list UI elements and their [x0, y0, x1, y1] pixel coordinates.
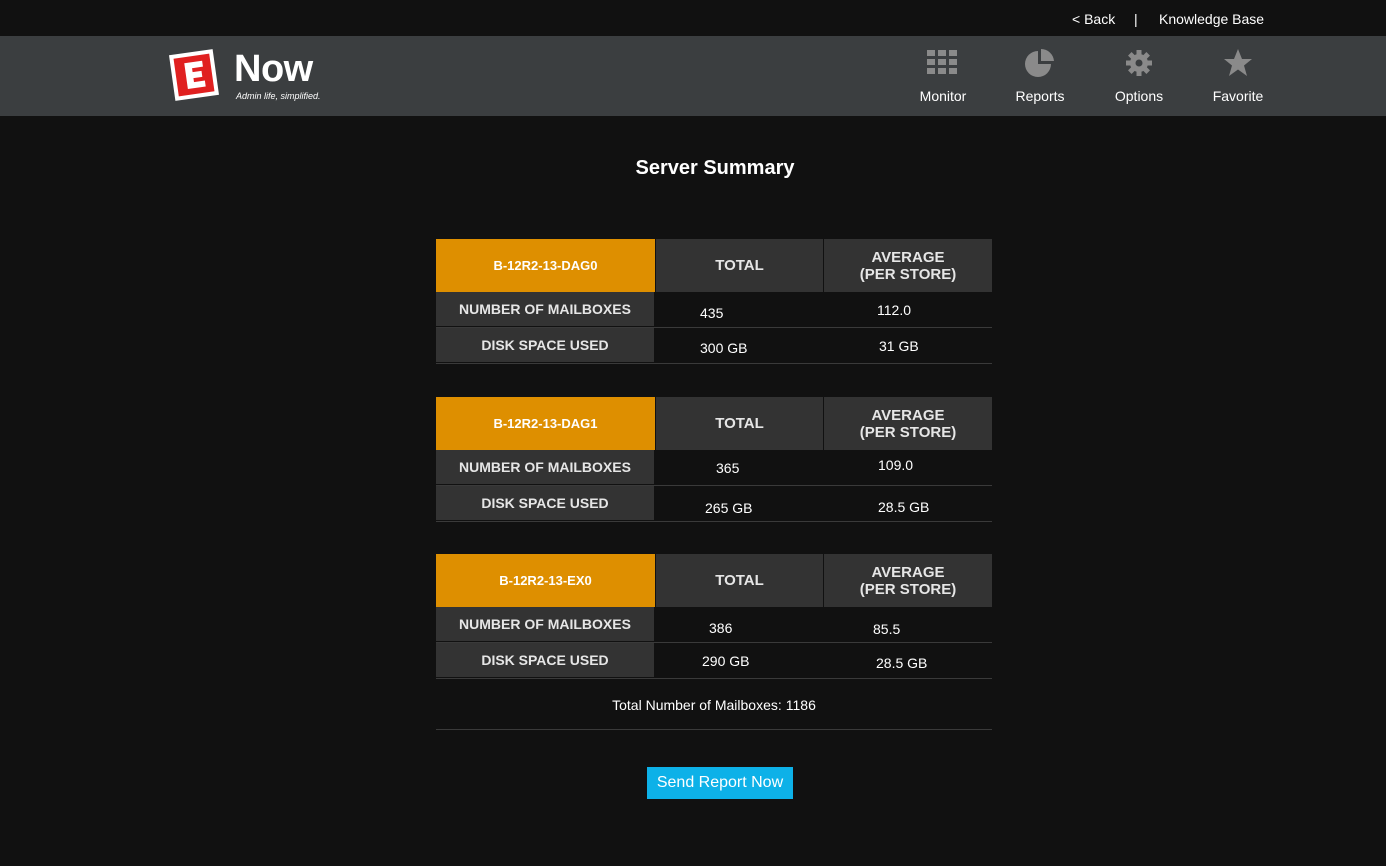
table-header-row: B-12R2-13-EX0 TOTAL AVERAGE (PER STORE) — [436, 554, 992, 607]
row-label-disk: DISK SPACE USED — [436, 643, 654, 678]
total-mailboxes-value: 1186 — [785, 697, 816, 713]
enow-logo[interactable]: Now Admin life, simplified. — [164, 44, 364, 108]
main-header: Now Admin life, simplified. Monitor Repo… — [0, 36, 1386, 116]
average-header-line1: AVERAGE — [871, 406, 945, 424]
average-header-line1: AVERAGE — [871, 248, 945, 266]
row-label-disk: DISK SPACE USED — [436, 486, 654, 521]
top-bar: < Back | Knowledge Base — [0, 0, 1386, 36]
table-header-row: B-12R2-13-DAG1 TOTAL AVERAGE (PER STORE) — [436, 397, 992, 450]
server-name: B-12R2-13-DAG0 — [436, 239, 655, 292]
server-summary-table: B-12R2-13-DAG1 TOTAL AVERAGE (PER STORE) … — [436, 397, 992, 522]
server-name: B-12R2-13-EX0 — [436, 554, 655, 607]
nav-options-label: Options — [1114, 88, 1164, 104]
mailboxes-total: 365 — [716, 459, 740, 476]
column-header-average: AVERAGE (PER STORE) — [823, 554, 992, 607]
disk-average: 28.5 GB — [876, 654, 928, 671]
mailboxes-average: 85.5 — [873, 621, 901, 637]
table-row: NUMBER OF MAILBOXES 386 85.5 — [436, 607, 992, 643]
average-header-line2: (PER STORE) — [859, 580, 957, 598]
average-header-line2: (PER STORE) — [859, 423, 957, 441]
send-report-button[interactable]: Send Report Now — [647, 767, 793, 799]
knowledge-base-link[interactable]: Knowledge Base — [1159, 11, 1264, 27]
server-summary-table: B-12R2-13-DAG0 TOTAL AVERAGE (PER STORE) … — [436, 239, 992, 364]
gear-icon — [1126, 50, 1152, 76]
server-summary-table: B-12R2-13-EX0 TOTAL AVERAGE (PER STORE) N… — [436, 554, 992, 679]
average-header-line2: (PER STORE) — [859, 265, 957, 283]
table-row: DISK SPACE USED 290 GB 28.5 GB — [436, 643, 992, 679]
nav-favorite-label: Favorite — [1212, 88, 1264, 104]
mailboxes-average: 112.0 — [877, 301, 911, 318]
star-icon — [1224, 49, 1252, 76]
disk-average: 31 GB — [879, 337, 919, 354]
back-link[interactable]: < Back — [1072, 11, 1115, 27]
mailboxes-total: 435 — [700, 304, 724, 321]
table-row: DISK SPACE USED 300 GB 31 GB — [436, 328, 992, 364]
disk-total: 290 GB — [702, 652, 750, 669]
table-header-row: B-12R2-13-DAG0 TOTAL AVERAGE (PER STORE) — [436, 239, 992, 292]
pie-chart-icon — [1025, 48, 1054, 77]
disk-average: 28.5 GB — [878, 498, 930, 515]
total-mailboxes-summary: Total Number of Mailboxes: 1186 — [436, 682, 992, 730]
grid-icon — [927, 50, 957, 74]
total-mailboxes-label: Total Number of Mailboxes: — [612, 697, 782, 713]
nav-monitor[interactable]: Monitor — [893, 46, 993, 108]
server-name: B-12R2-13-DAG1 — [436, 397, 655, 450]
stamp-logo-icon — [169, 49, 219, 101]
topbar-separator: | — [1134, 11, 1138, 27]
row-label-disk: DISK SPACE USED — [436, 328, 654, 363]
brand-name: Now — [234, 48, 313, 90]
nav-reports[interactable]: Reports — [990, 46, 1090, 108]
page-title: Server Summary — [635, 157, 795, 179]
row-label-mailboxes: NUMBER OF MAILBOXES — [436, 607, 654, 642]
disk-total: 300 GB — [700, 339, 748, 356]
table-row: NUMBER OF MAILBOXES 435 112.0 — [436, 292, 992, 328]
mailboxes-average: 109.0 — [878, 456, 914, 473]
column-header-total: TOTAL — [655, 239, 823, 292]
mailboxes-total: 386 — [709, 619, 733, 636]
disk-total: 265 GB — [705, 499, 753, 516]
row-label-mailboxes: NUMBER OF MAILBOXES — [436, 292, 654, 327]
table-row: DISK SPACE USED 265 GB 28.5 GB — [436, 486, 992, 522]
nav-reports-label: Reports — [1015, 88, 1065, 104]
brand-tagline: Admin life, simplified. — [236, 91, 321, 101]
average-header-line1: AVERAGE — [871, 563, 945, 581]
row-label-mailboxes: NUMBER OF MAILBOXES — [436, 450, 654, 485]
nav-options[interactable]: Options — [1089, 46, 1189, 108]
column-header-average: AVERAGE (PER STORE) — [823, 239, 992, 292]
column-header-total: TOTAL — [655, 397, 823, 450]
column-header-average: AVERAGE (PER STORE) — [823, 397, 992, 450]
nav-monitor-label: Monitor — [919, 88, 967, 104]
table-row: NUMBER OF MAILBOXES 365 109.0 — [436, 450, 992, 486]
column-header-total: TOTAL — [655, 554, 823, 607]
nav-favorite[interactable]: Favorite — [1188, 46, 1288, 108]
